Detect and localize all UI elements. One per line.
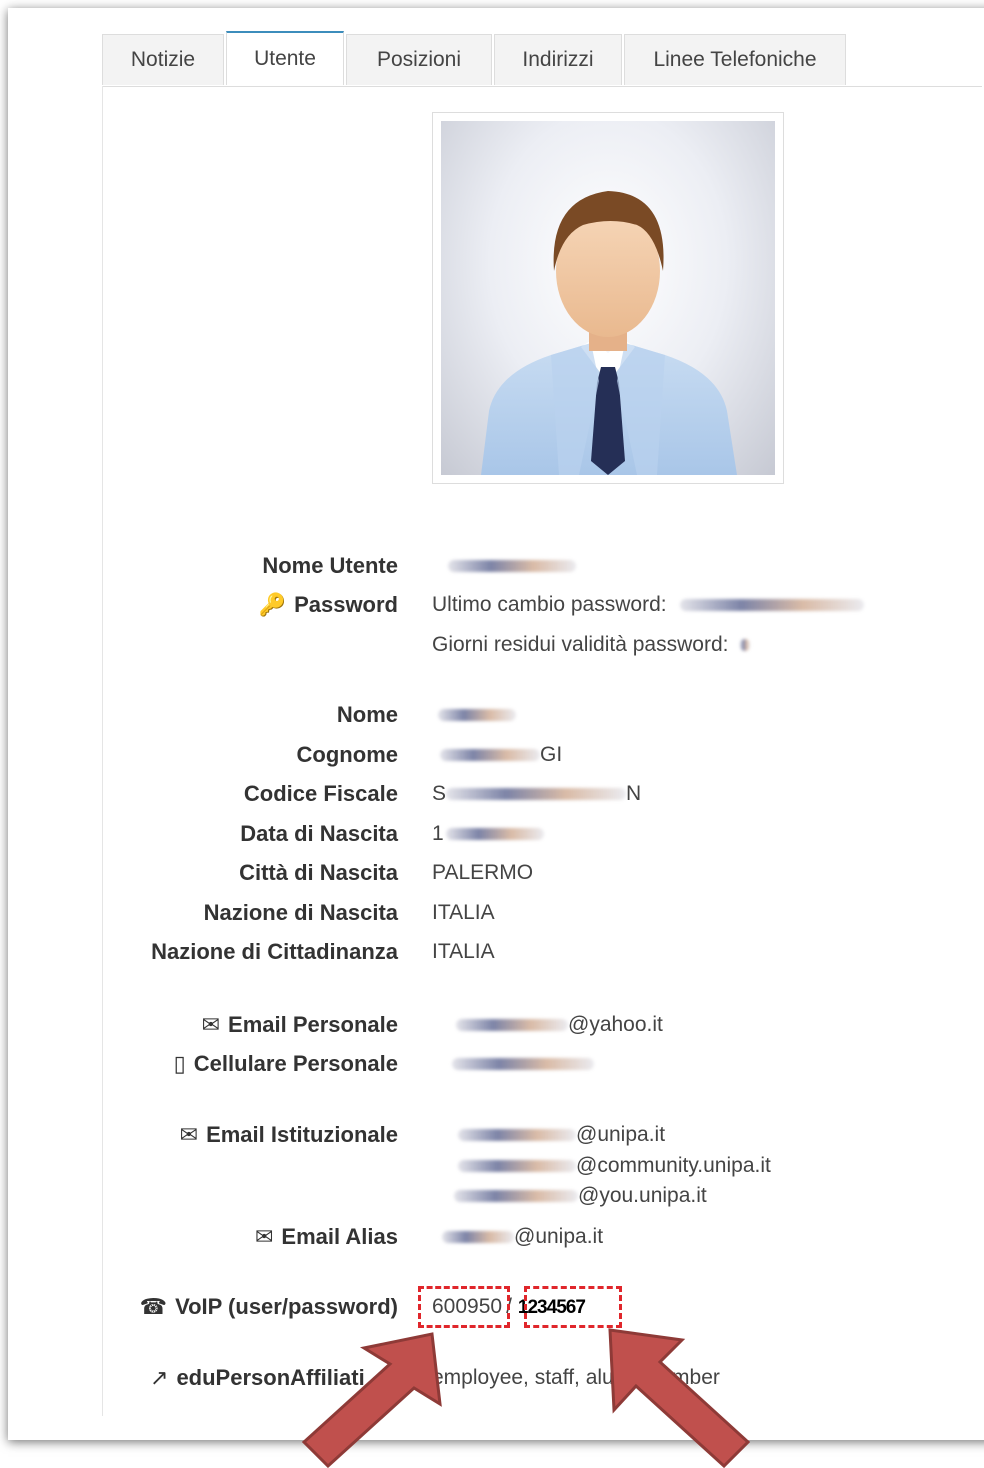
citta-nascita-value: PALERMO <box>432 861 534 884</box>
email-alias-domain[interactable]: @unipa.it <box>514 1225 603 1248</box>
tab-utente[interactable]: Utente <box>226 31 344 85</box>
row-codice-fiscale: Codice Fiscale S N <box>0 778 984 810</box>
tab-bar: Notizie Utente Posizioni Indirizzi Linee… <box>102 31 982 87</box>
email-istituzionale-3-domain[interactable]: @you.unipa.it <box>578 1184 707 1207</box>
nome-redacted <box>438 709 516 722</box>
cellulare-redacted <box>452 1058 594 1071</box>
cittadinanza-label: Nazione di Cittadinanza <box>151 939 398 964</box>
cittadinanza-value: ITALIA <box>432 940 495 963</box>
row-email-istituzionale-2: @community.unipa.it <box>0 1150 984 1182</box>
external-link-icon: ↗ <box>150 1365 169 1390</box>
email-istituzionale-2-domain[interactable]: @community.unipa.it <box>576 1154 771 1177</box>
citta-nascita-label: Città di Nascita <box>239 860 398 885</box>
email-istituzionale-label: Email Istituzionale <box>206 1122 398 1147</box>
password-days-label: Giorni residui validità password: <box>432 633 729 656</box>
cognome-redacted <box>440 749 540 762</box>
email-istituzionale-3-redacted[interactable] <box>454 1190 578 1203</box>
tab-linee-telefoniche[interactable]: Linee Telefoniche <box>624 34 846 85</box>
username-label: Nome Utente <box>262 553 398 578</box>
data-nascita-redacted <box>445 828 544 841</box>
password-days-redacted <box>740 639 751 652</box>
row-cognome: Cognome GI <box>0 739 984 771</box>
row-email-alias: ✉ Email Alias @unipa.it <box>0 1221 984 1253</box>
key-icon: 🔑 <box>258 592 287 617</box>
nome-label: Nome <box>336 702 398 727</box>
data-nascita-visible-head: 1 <box>432 822 444 845</box>
cellulare-label: Cellulare Personale <box>193 1051 398 1076</box>
row-nome: Nome <box>0 699 984 731</box>
password-date-redacted <box>680 599 865 612</box>
voip-user-highlight <box>418 1286 510 1328</box>
row-citta-nascita: Città di Nascita PALERMO <box>0 857 984 889</box>
nazione-nascita-label: Nazione di Nascita <box>203 900 398 925</box>
cognome-label: Cognome <box>296 742 398 767</box>
cognome-visible-part: GI <box>540 743 563 766</box>
phone-square-icon: ☎ <box>139 1294 168 1319</box>
tab-indirizzi[interactable]: Indirizzi <box>494 34 622 85</box>
voip-password-highlight <box>524 1286 622 1328</box>
row-password: 🔑 Password Ultimo cambio password: <box>0 589 984 621</box>
email-istituzionale-1-domain[interactable]: @unipa.it <box>576 1123 665 1146</box>
envelope-outline-icon: ✉ <box>254 1224 274 1249</box>
row-username: Nome Utente <box>0 550 984 582</box>
password-last-change-label: Ultimo cambio password: <box>432 593 667 616</box>
row-email-personale: ✉ Email Personale @yahoo.it <box>0 1009 984 1041</box>
mobile-phone-icon: ▯ <box>173 1051 186 1076</box>
voip-label: VoIP (user/password) <box>175 1294 398 1319</box>
row-data-nascita: Data di Nascita 1 <box>0 818 984 850</box>
row-nazione-nascita: Nazione di Nascita ITALIA <box>0 897 984 929</box>
email-personale-domain[interactable]: @yahoo.it <box>568 1013 663 1036</box>
nazione-nascita-value: ITALIA <box>432 901 495 924</box>
row-email-istituzionale: ✉ Email Istituzionale @unipa.it <box>0 1119 984 1151</box>
row-cellulare: ▯ Cellulare Personale <box>0 1048 984 1080</box>
tab-notizie[interactable]: Notizie <box>102 34 224 85</box>
tab-posizioni[interactable]: Posizioni <box>346 34 492 85</box>
data-nascita-label: Data di Nascita <box>240 821 398 846</box>
username-redacted <box>448 560 576 573</box>
envelope-outline-icon: ✉ <box>201 1012 221 1037</box>
password-label: Password <box>294 592 398 617</box>
email-alias-redacted[interactable] <box>442 1231 514 1244</box>
row-password-days: Giorni residui validità password: <box>0 629 984 661</box>
row-email-istituzionale-3: @you.unipa.it <box>0 1180 984 1212</box>
email-personale-redacted[interactable] <box>456 1019 568 1032</box>
email-personale-label: Email Personale <box>228 1012 398 1037</box>
envelope-solid-icon: ✉ <box>179 1122 199 1147</box>
arrow-up-left-icon <box>608 1328 751 1468</box>
row-cittadinanza: Nazione di Cittadinanza ITALIA <box>0 936 984 968</box>
arrow-up-right-icon <box>301 1332 442 1468</box>
row-affiliation: ↗ eduPersonAffiliati employee, staff, alu… <box>0 1362 984 1394</box>
email-istituzionale-1-redacted[interactable] <box>458 1129 576 1142</box>
codice-fiscale-label: Codice Fiscale <box>243 781 398 806</box>
profile-photo <box>432 112 784 484</box>
codice-fiscale-visible-tail: N <box>626 782 642 805</box>
email-istituzionale-2-redacted[interactable] <box>458 1160 576 1173</box>
email-alias-label: Email Alias <box>281 1224 398 1249</box>
codice-fiscale-visible-head: S <box>432 782 447 805</box>
codice-fiscale-redacted <box>446 788 627 801</box>
avatar-icon <box>481 191 737 475</box>
